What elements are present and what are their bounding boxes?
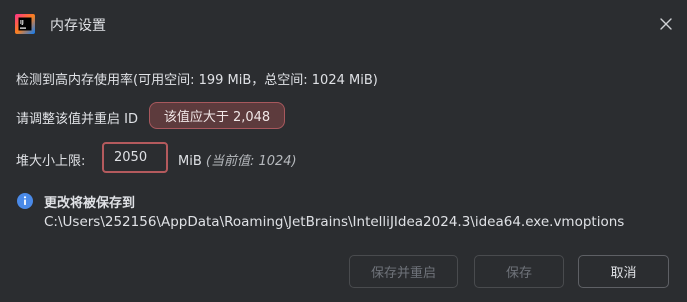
svg-text:IJ: IJ	[20, 20, 24, 26]
heap-size-label: 堆大小上限:	[16, 154, 86, 169]
dialog-title: 内存设置	[50, 18, 106, 34]
vmoptions-path: C:\Users\252156\AppData\Roaming\JetBrain…	[44, 214, 625, 230]
memory-settings-dialog: IJ 内存设置 检测到高内存使用率(可用空间: 199 MiB，总空间: 102…	[0, 0, 687, 302]
adjust-hint-text: 请调整该值并重启 ID	[16, 112, 138, 127]
save-and-restart-button[interactable]: 保存并重启	[349, 255, 458, 288]
heap-size-input[interactable]	[102, 142, 168, 173]
close-icon[interactable]	[657, 15, 675, 33]
memory-usage-text: 检测到高内存使用率(可用空间: 199 MiB，总空间: 1024 MiB)	[16, 73, 378, 88]
title-bar: IJ 内存设置	[0, 0, 687, 50]
save-location-title: 更改将被保存到	[44, 196, 136, 211]
jetbrains-logo-icon: IJ	[15, 14, 35, 34]
heap-current-value: (当前值: 1024)	[205, 154, 297, 169]
save-button[interactable]: 保存	[474, 255, 564, 288]
cancel-button[interactable]: 取消	[578, 255, 669, 288]
heap-unit-group: MiB (当前值: 1024)	[178, 150, 297, 169]
heap-unit-label: MiB	[178, 154, 202, 169]
validation-tooltip: 该值应大于 2,048	[149, 102, 285, 129]
info-icon	[17, 193, 33, 209]
